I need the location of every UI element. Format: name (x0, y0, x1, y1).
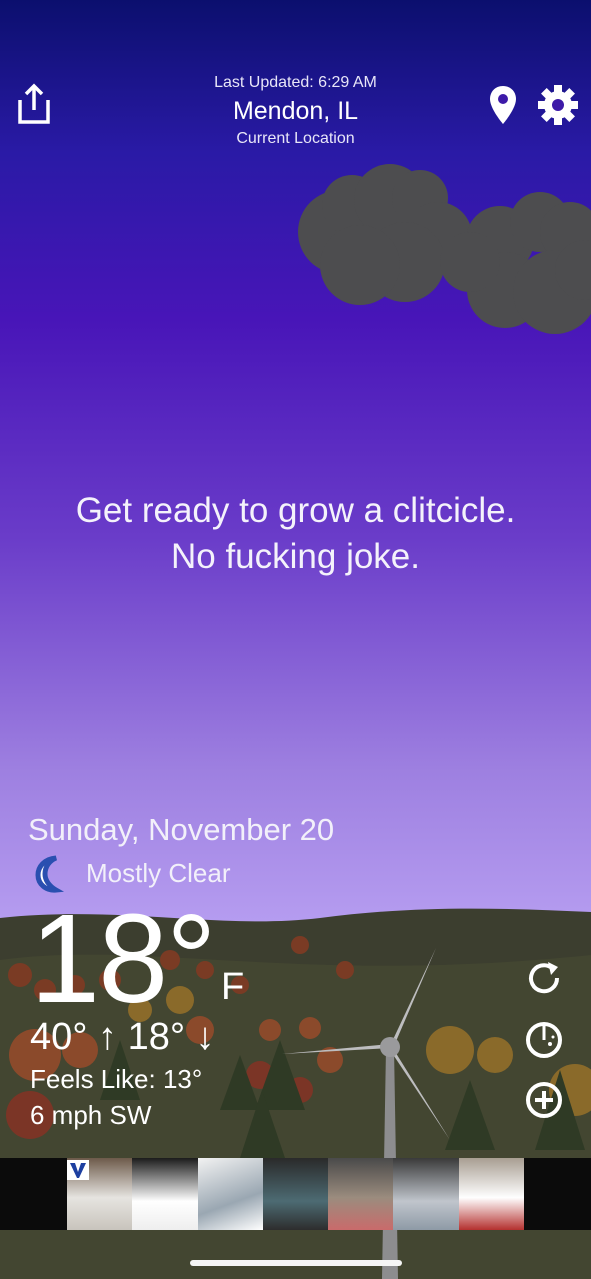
feels-like-text: Feels Like: 13° (30, 1064, 203, 1094)
ad-logo-icon (67, 1160, 89, 1180)
refresh-icon (529, 962, 560, 994)
ad-shoe-tile (262, 1158, 329, 1230)
radar-icon (526, 1022, 562, 1058)
condition-text: Mostly Clear (86, 858, 231, 888)
ad-image-strip[interactable] (67, 1158, 524, 1230)
refresh-button[interactable] (524, 958, 564, 998)
wind-text: 6 mph SW (30, 1100, 152, 1130)
ad-shoe-tile (132, 1158, 198, 1230)
temperature-value: 18° (30, 888, 217, 1029)
weather-app-screen: Last Updated: 6:29 AM Mendon, IL Current… (0, 0, 591, 1279)
ad-shoe-tile (197, 1158, 263, 1230)
ad-shoe-tile (393, 1158, 459, 1230)
ad-shoe-tile (328, 1158, 394, 1230)
add-circle-icon (526, 1082, 562, 1118)
temperature-unit[interactable]: F (221, 966, 244, 1009)
date-text: Sunday, November 20 (28, 812, 335, 847)
add-location-button[interactable] (524, 1080, 564, 1120)
ad-shoe-tile (458, 1158, 524, 1230)
ad-banner[interactable] (0, 1158, 591, 1230)
radar-button[interactable] (524, 1020, 564, 1060)
home-indicator[interactable] (190, 1260, 402, 1266)
high-low-text: 40° ↑ 18° ↓ (30, 1016, 215, 1058)
